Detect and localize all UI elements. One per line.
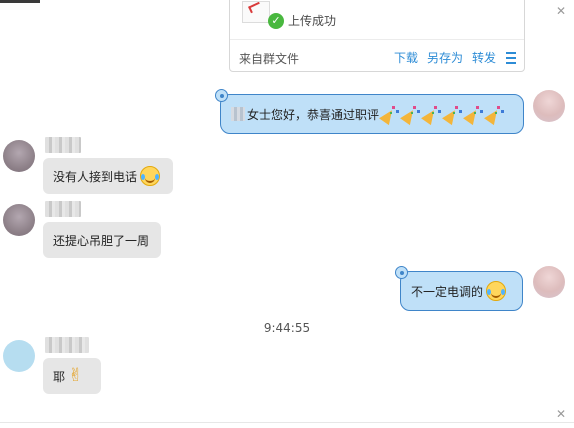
message-text: 耶 <box>53 369 66 384</box>
contact-avatar[interactable] <box>3 140 35 172</box>
message-text: 不一定电调的 <box>411 284 484 299</box>
contact-avatar[interactable] <box>3 204 35 236</box>
collapse-icon[interactable]: ✕ <box>556 407 566 421</box>
message-text: 女士您好，恭喜通过职评 <box>247 107 380 122</box>
message-bubble-incoming[interactable]: 还提心吊胆了一周 <box>43 222 161 258</box>
party-popper-icon <box>400 105 421 126</box>
message-bubble-incoming[interactable]: 耶 ✌ <box>43 358 101 394</box>
party-popper-icon <box>442 105 463 126</box>
sender-name-redacted <box>45 137 81 153</box>
party-popper-icon <box>463 105 484 126</box>
message-bubble-incoming[interactable]: 没有人接到电话 <box>43 158 173 194</box>
party-popper-icon <box>484 105 505 126</box>
check-icon: ✓ <box>268 13 284 29</box>
window-top-edge <box>0 0 40 3</box>
card-divider <box>230 39 524 40</box>
message-text: 还提心吊胆了一周 <box>53 233 150 248</box>
sender-name-redacted <box>45 201 81 217</box>
party-popper-icon <box>379 105 400 126</box>
redacted-name <box>231 107 245 121</box>
laugh-cry-emoji-icon <box>486 281 507 301</box>
my-avatar[interactable] <box>533 266 565 298</box>
message-text: 没有人接到电话 <box>53 169 138 184</box>
file-actions: 下载 另存为 转发 <box>385 49 516 66</box>
close-icon[interactable]: ✕ <box>556 4 566 18</box>
input-divider <box>0 422 574 423</box>
save-as-button[interactable]: 另存为 <box>427 49 463 66</box>
menu-icon[interactable] <box>506 51 516 64</box>
contact-avatar[interactable] <box>3 340 35 372</box>
file-message-card[interactable]: ✓ 上传成功 来自群文件 下载 另存为 转发 <box>229 0 525 72</box>
file-source: 来自群文件 <box>239 52 300 66</box>
sender-name-redacted <box>45 337 89 353</box>
download-button[interactable]: 下载 <box>394 49 418 66</box>
laugh-cry-emoji-icon <box>140 166 161 186</box>
victory-hand-icon: ✌ <box>68 365 84 386</box>
party-popper-icon <box>421 105 442 126</box>
message-bubble-outgoing[interactable]: 女士您好，恭喜通过职评 <box>215 89 524 134</box>
message-timestamp: 9:44:55 <box>263 321 311 335</box>
message-bubble-outgoing[interactable]: 不一定电调的 <box>395 266 523 311</box>
my-avatar[interactable] <box>533 90 565 122</box>
file-thumbnail[interactable] <box>242 1 270 23</box>
upload-status: 上传成功 <box>288 14 337 28</box>
forward-button[interactable]: 转发 <box>472 49 496 66</box>
